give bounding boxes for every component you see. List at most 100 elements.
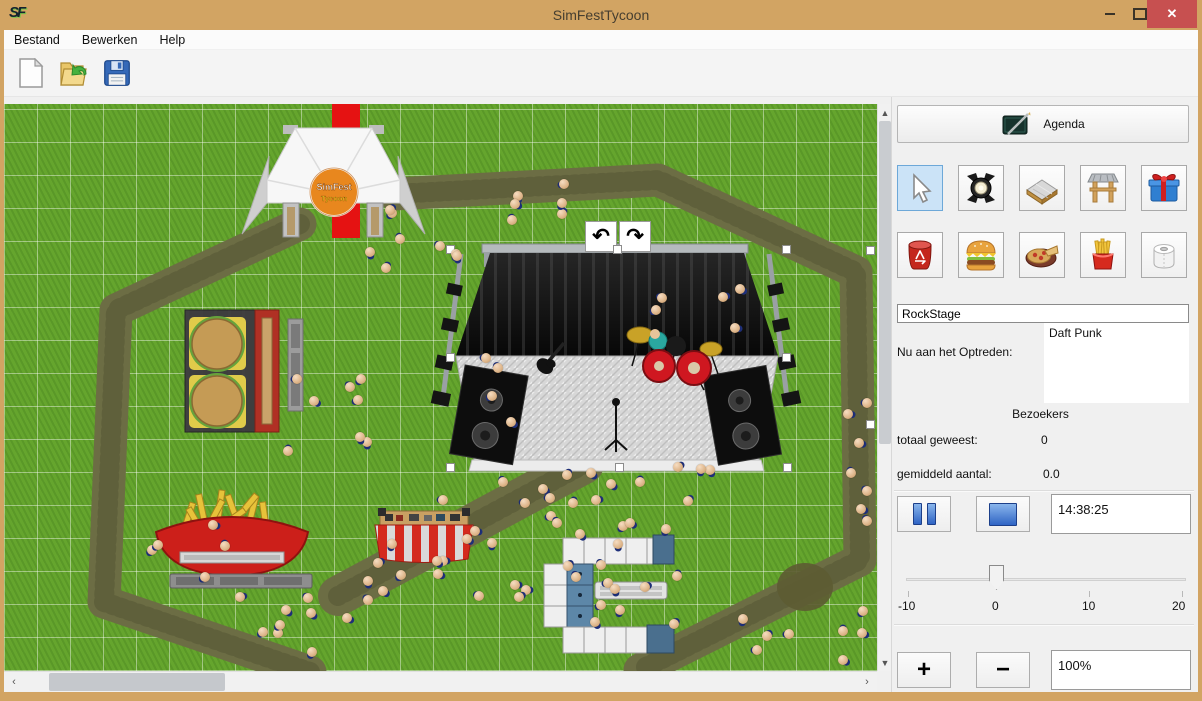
- slider-label-ten: 10: [1082, 599, 1095, 613]
- zoom-in-button[interactable]: +: [897, 652, 951, 688]
- scroll-left-arrow[interactable]: ‹: [6, 672, 22, 692]
- speed-slider-track[interactable]: [906, 578, 1186, 581]
- save-file-button[interactable]: [102, 58, 132, 88]
- now-performing-label: Nu aan het Optreden:: [897, 345, 1012, 359]
- menu-bestand[interactable]: Bestand: [14, 33, 60, 47]
- selection-handle[interactable]: [446, 245, 455, 254]
- menu-bar: Bestand Bewerken Help: [4, 30, 1198, 50]
- tool-gift[interactable]: [1141, 165, 1187, 211]
- pause-button[interactable]: [897, 496, 951, 532]
- selection-handle[interactable]: [446, 353, 455, 362]
- gift-icon: [1146, 170, 1182, 206]
- horizontal-scrollbar[interactable]: ‹ ›: [4, 671, 877, 691]
- close-button[interactable]: [1147, 0, 1197, 28]
- content-area: SimFest Tycoon: [4, 97, 1198, 692]
- slider-label-zero: 0: [992, 599, 999, 613]
- new-file-button[interactable]: [16, 58, 46, 88]
- spotlight-icon: [963, 170, 999, 206]
- pizza-icon: [1024, 238, 1060, 272]
- open-file-button[interactable]: [59, 58, 89, 88]
- tool-trash-bin[interactable]: [897, 232, 943, 278]
- tool-toilet-roll[interactable]: [1141, 232, 1187, 278]
- zoom-level-display[interactable]: 100%: [1051, 650, 1191, 690]
- menu-bewerken[interactable]: Bewerken: [82, 33, 138, 47]
- visitors-avg-label: gemiddeld aantal:: [897, 467, 992, 481]
- tool-path-tile[interactable]: [1019, 165, 1065, 211]
- redo-button[interactable]: [619, 221, 651, 252]
- selection-handle[interactable]: [615, 463, 624, 472]
- slider-label-min: -10: [898, 599, 915, 613]
- stop-button[interactable]: [976, 496, 1030, 532]
- tool-pizza[interactable]: [1019, 232, 1065, 278]
- selection-handle[interactable]: [782, 353, 791, 362]
- path-tile-icon: [1024, 170, 1060, 206]
- bench[interactable]: [170, 574, 312, 588]
- mud-patch: [777, 563, 833, 611]
- scroll-down-arrow[interactable]: ▼: [878, 654, 892, 671]
- selection-handle[interactable]: [782, 245, 791, 254]
- tool-burger[interactable]: [958, 232, 1004, 278]
- selection-handle[interactable]: [783, 463, 792, 472]
- trash-bin-icon: [903, 237, 937, 273]
- visitors-title: Bezoekers: [892, 407, 1189, 421]
- side-panel: Agenda: [891, 97, 1198, 692]
- toilet-block[interactable]: [544, 535, 674, 653]
- map-scene: SimFest Tycoon: [4, 104, 877, 671]
- toolbar: [4, 50, 1198, 97]
- section-divider: [894, 490, 1194, 492]
- festival-map-canvas[interactable]: SimFest Tycoon: [4, 104, 877, 671]
- selection-handle[interactable]: [866, 246, 875, 255]
- section-divider: [894, 624, 1194, 626]
- tool-spotlight[interactable]: [958, 165, 1004, 211]
- clock-display[interactable]: 14:38:25: [1051, 494, 1191, 534]
- selection-handle[interactable]: [446, 463, 455, 472]
- visitors-total-value: 0: [1041, 433, 1048, 447]
- vertical-scroll-thumb[interactable]: [879, 121, 891, 444]
- tool-select[interactable]: [897, 165, 943, 211]
- svg-text:Tycoon: Tycoon: [321, 194, 348, 203]
- menu-help[interactable]: Help: [159, 33, 185, 47]
- visitors-total-label: totaal geweest:: [897, 433, 978, 447]
- main-stage[interactable]: [431, 244, 802, 471]
- selection-handle[interactable]: [613, 245, 622, 254]
- market-stall[interactable]: [375, 508, 473, 563]
- curtain-folds: [456, 253, 778, 356]
- new-file-icon: [18, 58, 44, 88]
- scroll-right-arrow[interactable]: ›: [859, 672, 875, 692]
- minimize-button[interactable]: [1095, 0, 1125, 28]
- slider-tick: [1182, 591, 1183, 597]
- pause-icon: [913, 503, 922, 525]
- slider-tick: [908, 591, 909, 597]
- burger-stand[interactable]: [185, 310, 279, 432]
- open-folder-icon: [59, 58, 89, 88]
- now-performing-box: Daft Punk: [1044, 323, 1189, 403]
- save-icon: [103, 59, 131, 87]
- speed-slider-thumb[interactable]: [989, 565, 1004, 590]
- fries-stand[interactable]: [156, 490, 308, 576]
- agenda-button[interactable]: Agenda: [897, 105, 1189, 143]
- slider-tick: [1089, 591, 1090, 597]
- fries-icon: [1086, 237, 1120, 273]
- zoom-out-button[interactable]: −: [976, 652, 1030, 688]
- stage-name-input[interactable]: [897, 304, 1189, 323]
- simfest-logo: SimFest Tycoon: [310, 168, 358, 216]
- tool-gate[interactable]: [1080, 165, 1126, 211]
- selection-handle[interactable]: [866, 420, 875, 429]
- bench[interactable]: [288, 319, 303, 411]
- window-title: SimFestTycoon: [0, 7, 1202, 23]
- slider-label-max: 20: [1172, 599, 1185, 613]
- title-bar[interactable]: SF SimFestTycoon: [0, 0, 1202, 30]
- vertical-scrollbar[interactable]: ▲ ▼: [877, 104, 891, 671]
- now-performing-value: Daft Punk: [1049, 326, 1102, 340]
- visitors-avg-value: 0.0: [1043, 467, 1060, 481]
- svg-text:SimFest: SimFest: [316, 182, 351, 192]
- agenda-book-icon: [1001, 111, 1031, 137]
- horizontal-scroll-thumb[interactable]: [49, 673, 225, 691]
- agenda-label: Agenda: [1043, 117, 1084, 131]
- gate-icon: [1085, 170, 1121, 206]
- scroll-up-arrow[interactable]: ▲: [878, 104, 892, 121]
- tool-fries[interactable]: [1080, 232, 1126, 278]
- stop-icon: [989, 503, 1017, 526]
- pause-icon: [927, 503, 936, 525]
- burger-icon: [963, 238, 999, 272]
